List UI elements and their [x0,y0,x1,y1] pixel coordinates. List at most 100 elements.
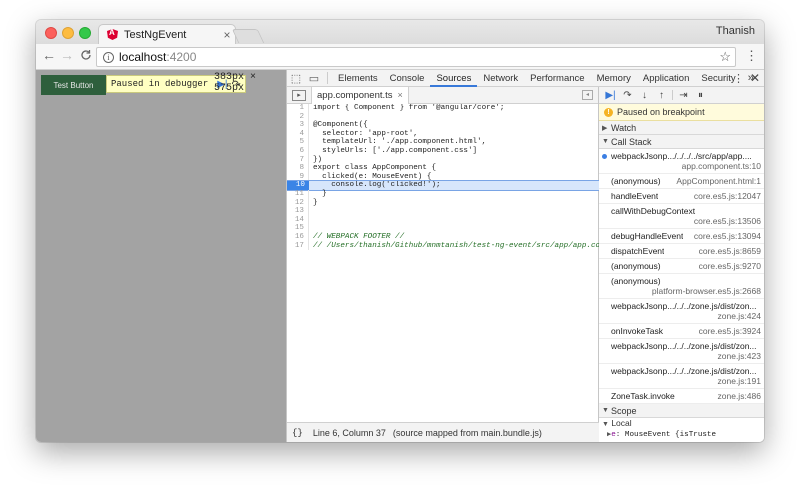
line-number[interactable]: 4 [287,129,309,139]
window-zoom-button[interactable] [79,27,91,39]
line-number[interactable]: 14 [287,215,309,225]
call-stack-frame[interactable]: dispatchEvent core.es5.js:8659 [599,244,764,259]
test-button[interactable]: Test Button [41,75,106,95]
frame-location[interactable]: core.es5.js:8659 [699,246,761,256]
navigator-toggle-icon[interactable]: ▸ [292,89,306,101]
line-number[interactable]: 12 [287,198,309,208]
tab-elements[interactable]: Elements [332,70,384,87]
code-line[interactable]: 12} [287,198,599,208]
call-stack-frame[interactable]: webpackJsonp.../../../../src/app/app....… [599,149,764,174]
code-line[interactable]: 8 export class AppComponent { [287,164,599,173]
code-area[interactable]: 1 import { Component } from '@angular/cor… [287,104,599,422]
code-line[interactable]: 4 selector: 'app-root', [287,129,599,139]
call-stack-frame[interactable]: debugHandleEvent core.es5.js:13094 [599,229,764,244]
window-minimize-button[interactable] [62,27,74,39]
debugger-sidebar-toggle-icon[interactable]: ◂ [582,90,593,100]
devtools-menu-icon[interactable]: ⋮ [733,72,744,85]
call-stack-frame[interactable]: webpackJsonp.../../../zone.js/dist/zon..… [599,299,764,324]
bookmark-star-icon[interactable]: ☆ [719,49,731,65]
frame-location[interactable]: core.es5.js:13094 [694,231,761,241]
frame-location[interactable]: core.es5.js:12047 [694,191,761,201]
reload-icon[interactable] [77,47,95,64]
code-line[interactable]: 5 templateUrl: './app.component.html', [287,138,599,147]
code-line[interactable]: 11 } [287,189,599,199]
code-line[interactable]: 7}) [287,155,599,165]
code-line[interactable]: 17 // /Users/thanish/Github/mnmtanish/tes… [287,241,599,251]
call-stack-frame[interactable]: ZoneTask.invoke zone.js:486 [599,389,764,404]
code-line[interactable]: 9 clicked(e: MouseEvent) { [287,172,599,182]
line-number[interactable]: 2 [287,112,309,122]
call-stack-section-header[interactable]: ▼ Call Stack [599,135,764,149]
frame-location[interactable]: zone.js:424 [611,311,761,321]
line-number[interactable]: 15 [287,224,309,233]
pretty-print-icon[interactable]: {} [292,428,303,438]
tab-console[interactable]: Console [384,70,431,87]
scope-variable[interactable]: ▶e: MouseEvent {isTruste [599,430,764,441]
tab-sources[interactable]: Sources [430,70,478,87]
deactivate-breakpoints-icon[interactable]: ⇥ [675,90,692,101]
code-line-paused[interactable]: 10 console.log('clicked!'); [287,180,599,191]
call-stack-frame[interactable]: (anonymous) core.es5.js:9270 [599,259,764,274]
tab-performance[interactable]: Performance [524,70,590,87]
devtools-close-icon[interactable]: ✕ [750,71,760,85]
file-tab-close-icon[interactable]: × [398,90,403,100]
call-stack-frame[interactable]: (anonymous) platform-browser.es5.js:2668 [599,274,764,299]
browser-menu-icon[interactable]: ⋮ [745,48,758,64]
watch-section-header[interactable]: ▶ Watch [599,121,764,135]
tab-memory[interactable]: Memory [591,70,637,87]
address-bar[interactable]: i localhost :4200 ☆ [96,47,736,67]
line-number[interactable]: 16 [287,232,309,242]
line-number[interactable]: 5 [287,138,309,147]
frame-location[interactable]: zone.js:486 [718,391,761,401]
scope-variable[interactable]: ▶this: AppComponent [599,441,764,442]
file-tab[interactable]: app.component.ts × [311,86,409,104]
resume-icon[interactable]: ▶| [602,90,619,101]
window-close-button[interactable] [45,27,57,39]
code-line[interactable]: 2 [287,112,599,122]
line-number[interactable]: 17 [287,241,309,251]
code-line[interactable]: 16 // WEBPACK FOOTER // [287,232,599,242]
site-info-icon[interactable]: i [103,51,114,63]
line-number[interactable]: 7 [287,155,309,165]
scope-local-header[interactable]: ▼ Local [599,418,764,430]
line-number[interactable]: 6 [287,146,309,156]
call-stack-frame[interactable]: (anonymous) AppComponent.html:1 [599,174,764,189]
code-line[interactable]: 14 [287,215,599,225]
call-stack-frame[interactable]: webpackJsonp.../../../zone.js/dist/zon..… [599,339,764,364]
code-line[interactable]: 15 [287,224,599,233]
device-toolbar-icon[interactable]: ▭ [305,72,323,85]
step-out-icon[interactable]: ↑ [653,90,670,101]
scope-section-header[interactable]: ▼ Scope [599,404,764,418]
frame-location[interactable]: zone.js:423 [611,351,761,361]
inspect-element-icon[interactable]: ⬚ [287,72,305,85]
pause-on-exceptions-icon[interactable]: ⏸ [692,90,709,101]
line-number[interactable]: 1 [287,104,309,113]
step-into-icon[interactable]: ↓ [636,90,653,101]
line-number[interactable]: 13 [287,207,309,216]
code-line[interactable]: 1 import { Component } from '@angular/cor… [287,104,599,113]
code-line[interactable]: 3 @Component({ [287,121,599,130]
line-number[interactable]: 10 [287,181,309,190]
code-line[interactable]: 13 [287,207,599,216]
line-number[interactable]: 3 [287,121,309,130]
code-line[interactable]: 6 styleUrls: ['./app.component.css'] [287,146,599,156]
frame-location[interactable]: platform-browser.es5.js:2668 [611,286,761,296]
step-over-icon[interactable]: ↷ [619,90,636,101]
tab-application[interactable]: Application [637,70,695,87]
tab-network[interactable]: Network [477,70,524,87]
line-number[interactable]: 8 [287,164,309,173]
profile-name[interactable]: Thanish [716,25,755,37]
frame-location[interactable]: zone.js:191 [611,376,761,386]
call-stack-frame[interactable]: onInvokeTask core.es5.js:3924 [599,324,764,339]
call-stack-frame[interactable]: webpackJsonp.../../../zone.js/dist/zon..… [599,364,764,389]
frame-location[interactable]: AppComponent.html:1 [676,176,761,186]
back-icon[interactable]: ← [40,47,58,63]
forward-icon[interactable]: → [58,47,76,63]
browser-tab[interactable]: TestNgEvent × [98,24,236,44]
line-number[interactable]: 9 [287,172,309,182]
frame-location[interactable]: core.es5.js:3924 [699,326,761,336]
line-number[interactable]: 11 [287,189,309,199]
frame-location[interactable]: core.es5.js:13506 [611,216,761,226]
call-stack-frame[interactable]: callWithDebugContext core.es5.js:13506 [599,204,764,229]
frame-location[interactable]: app.component.ts:10 [611,161,761,171]
